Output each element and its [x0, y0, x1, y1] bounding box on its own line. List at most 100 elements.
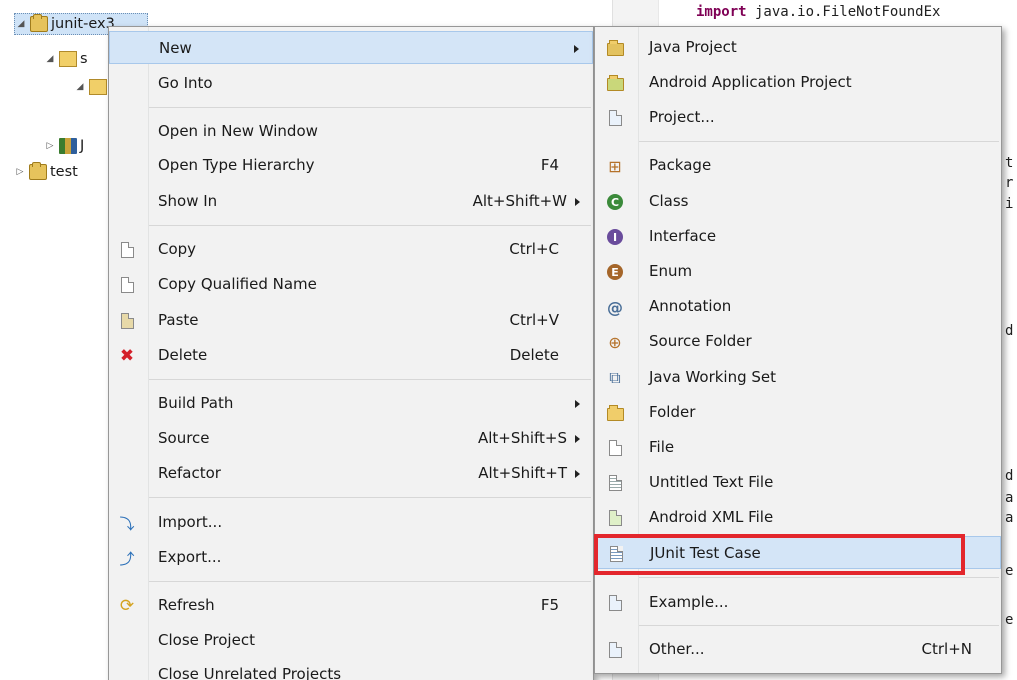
copy-qualified-name-icon: [118, 276, 136, 294]
tree-item-label: junit-ex3: [51, 16, 115, 32]
code-fragment: e: [1005, 612, 1014, 628]
tree-item-label: test: [50, 164, 78, 180]
tree-item-label: s: [80, 51, 88, 67]
tree-item-package[interactable]: ◢: [74, 76, 110, 98]
text-file-icon: [606, 474, 624, 492]
code-fragment: e: [1005, 563, 1014, 579]
folder-icon: [606, 404, 624, 422]
menu-item-folder[interactable]: Folder: [595, 396, 1001, 429]
other-icon: [606, 641, 624, 659]
menu-separator: [639, 577, 999, 578]
source-folder-icon: ⊕: [608, 332, 622, 352]
menu-item-source[interactable]: Source Alt+Shift+S: [109, 422, 593, 455]
android-project-icon: [606, 74, 624, 92]
code-line: import java.io.FileNotFoundEx: [696, 4, 941, 20]
java-project-icon: [606, 39, 624, 57]
menu-item-untitled-text-file[interactable]: Untitled Text File: [595, 466, 1001, 499]
menu-item-annotation[interactable]: @ Annotation: [595, 290, 1001, 323]
menu-separator: [149, 379, 591, 380]
code-fragment: d: [1005, 468, 1014, 484]
menu-separator: [639, 141, 999, 142]
menu-separator: [149, 107, 591, 108]
menu-item-import[interactable]: ⤵ Import...: [109, 506, 593, 539]
tree-item-library[interactable]: ▷ J: [44, 135, 84, 157]
project-icon: [606, 109, 624, 127]
menu-item-source-folder[interactable]: ⊕ Source Folder: [595, 325, 1001, 358]
menu-item-copy-qualified-name[interactable]: Copy Qualified Name: [109, 268, 593, 301]
java-project-icon: [29, 162, 47, 180]
menu-item-refactor[interactable]: Refactor Alt+Shift+T: [109, 457, 593, 490]
collapse-twisty-icon[interactable]: ▷: [14, 167, 26, 177]
enum-icon: E: [606, 263, 624, 281]
java-project-icon: [30, 14, 48, 32]
code-fragment: d: [1005, 323, 1014, 339]
submenu-arrow-icon: [575, 470, 580, 478]
menu-item-open-type-hierarchy[interactable]: Open Type Hierarchy F4: [109, 149, 593, 182]
import-icon: ⤵: [119, 514, 135, 533]
interface-icon: I: [606, 228, 624, 246]
working-set-icon: ⧉: [609, 368, 621, 387]
menu-item-java-working-set[interactable]: ⧉ Java Working Set: [595, 361, 1001, 394]
menu-item-paste[interactable]: Paste Ctrl+V: [109, 304, 593, 337]
menu-item-android-xml-file[interactable]: Android XML File: [595, 501, 1001, 534]
code-fragment: a: [1005, 490, 1014, 506]
code-fragment: i: [1005, 196, 1014, 212]
menu-item-close-project[interactable]: Close Project: [109, 624, 593, 657]
project-context-menu: New Go Into Open in New Window Open Type…: [108, 26, 594, 680]
tree-item-test[interactable]: ▷ test: [14, 161, 78, 183]
export-icon: ⤴: [119, 549, 135, 568]
example-icon: [606, 594, 624, 612]
expand-twisty-icon[interactable]: ◢: [74, 82, 86, 92]
submenu-arrow-icon: [574, 45, 579, 53]
collapse-twisty-icon[interactable]: ▷: [44, 141, 56, 151]
submenu-arrow-icon: [575, 198, 580, 206]
menu-item-show-in[interactable]: Show In Alt+Shift+W: [109, 185, 593, 218]
menu-item-file[interactable]: File: [595, 431, 1001, 464]
menu-item-build-path[interactable]: Build Path: [109, 387, 593, 420]
source-folder-icon: [59, 51, 77, 67]
menu-item-go-into[interactable]: Go Into: [109, 67, 593, 100]
code-fragment: t: [1005, 155, 1014, 171]
menu-item-other[interactable]: Other... Ctrl+N: [595, 633, 1001, 666]
new-submenu: Java Project Android Application Project…: [594, 26, 1002, 674]
library-icon: [59, 138, 77, 154]
menu-item-copy[interactable]: Copy Ctrl+C: [109, 233, 593, 266]
tree-item-label: J: [80, 138, 85, 154]
menu-item-project[interactable]: Project...: [595, 101, 1001, 134]
refresh-icon: ⟳: [119, 595, 135, 616]
package-icon: ⊞: [608, 156, 622, 176]
menu-item-class[interactable]: C Class: [595, 185, 1001, 218]
paste-icon: [118, 312, 136, 330]
submenu-arrow-icon: [575, 400, 580, 408]
menu-item-export[interactable]: ⤴ Export...: [109, 541, 593, 574]
menu-item-refresh[interactable]: ⟳ Refresh F5: [109, 589, 593, 622]
menu-item-java-project[interactable]: Java Project: [595, 31, 1001, 64]
menu-item-example[interactable]: Example...: [595, 586, 1001, 619]
code-fragment: a: [1005, 510, 1014, 526]
annotation-highlight-box: [594, 534, 965, 575]
annotation-icon: @: [607, 297, 623, 317]
copy-icon: [118, 241, 136, 259]
menu-item-delete[interactable]: ✖ Delete Delete: [109, 339, 593, 372]
menu-item-open-in-new-window[interactable]: Open in New Window: [109, 115, 593, 148]
menu-separator: [149, 497, 591, 498]
menu-item-new[interactable]: New: [109, 31, 593, 64]
code-fragment: r: [1005, 175, 1014, 191]
menu-item-close-unrelated-projects[interactable]: Close Unrelated Projects: [109, 658, 593, 680]
menu-separator: [149, 225, 591, 226]
package-icon: [89, 79, 107, 95]
expand-twisty-icon[interactable]: ◢: [15, 19, 27, 29]
menu-separator: [149, 581, 591, 582]
expand-twisty-icon[interactable]: ◢: [44, 54, 56, 64]
file-icon: [606, 439, 624, 457]
android-xml-icon: [606, 509, 624, 527]
delete-icon: ✖: [119, 345, 135, 366]
menu-item-android-application-project[interactable]: Android Application Project: [595, 66, 1001, 99]
menu-item-package[interactable]: ⊞ Package: [595, 149, 1001, 182]
class-icon: C: [606, 193, 624, 211]
submenu-arrow-icon: [575, 435, 580, 443]
menu-item-enum[interactable]: E Enum: [595, 255, 1001, 288]
tree-item-source-folder[interactable]: ◢ s: [44, 48, 88, 70]
menu-separator: [639, 625, 999, 626]
menu-item-interface[interactable]: I Interface: [595, 220, 1001, 253]
